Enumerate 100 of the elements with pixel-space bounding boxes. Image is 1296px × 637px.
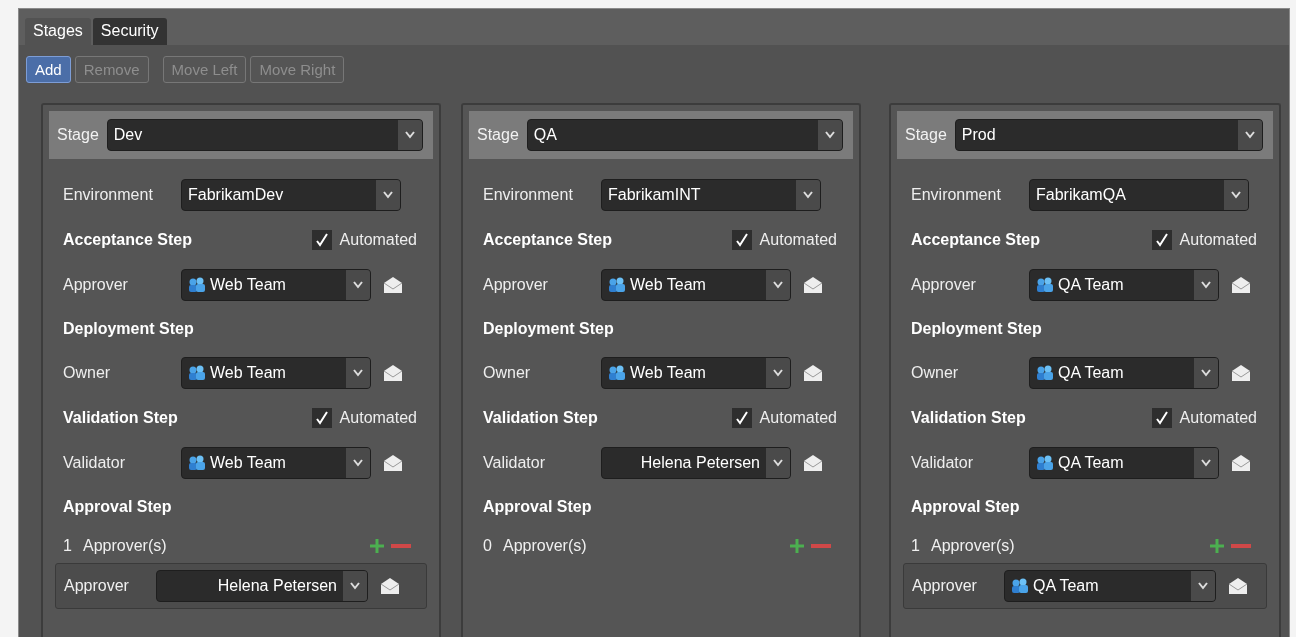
- automated-checkbox[interactable]: [731, 408, 752, 428]
- picker-dropdown[interactable]: Helena Petersen: [601, 447, 791, 479]
- tab[interactable]: Security: [92, 18, 167, 45]
- picker-value: QA Team: [1058, 364, 1124, 382]
- toolbar-button[interactable]: Add: [26, 56, 71, 83]
- dropdown-value: Prod: [961, 126, 996, 144]
- dropdown-value: FabrikamINT: [608, 186, 701, 204]
- field-label: Approver: [912, 577, 978, 595]
- step-heading: Approval Step: [63, 498, 173, 516]
- envelope-icon[interactable]: [803, 454, 823, 472]
- picker-dropdown[interactable]: Web Team: [601, 357, 791, 389]
- dropdown-button[interactable]: [818, 120, 842, 150]
- envelope-icon[interactable]: [1231, 276, 1251, 294]
- environment-dropdown[interactable]: FabrikamINT: [601, 179, 821, 211]
- stage-label: Stage: [477, 126, 519, 144]
- envelope-icon[interactable]: [1231, 364, 1251, 382]
- step-heading: Validation Step: [483, 409, 599, 427]
- envelope-icon[interactable]: [383, 454, 403, 472]
- dropdown-value: QA: [533, 126, 557, 144]
- tab[interactable]: Stages: [25, 18, 91, 45]
- picker-dropdown[interactable]: QA Team: [1029, 357, 1219, 389]
- field-label: Environment: [483, 186, 574, 204]
- dropdown-button[interactable]: [766, 448, 790, 478]
- step-heading: Validation Step: [911, 409, 1027, 427]
- plus-icon[interactable]: [369, 538, 385, 554]
- picker-dropdown[interactable]: Web Team: [181, 357, 371, 389]
- step-heading: Acceptance Step: [911, 231, 1041, 249]
- field-label: Environment: [63, 186, 154, 204]
- stage-label: Stage: [57, 126, 99, 144]
- dropdown-button[interactable]: [1194, 358, 1218, 388]
- environment-dropdown[interactable]: FabrikamQA: [1029, 179, 1249, 211]
- chevron-down-icon: [353, 281, 363, 289]
- envelope-icon[interactable]: [383, 364, 403, 382]
- step-heading: Validation Step: [63, 409, 179, 427]
- approver-count: 0: [483, 537, 493, 555]
- dropdown-button[interactable]: [346, 448, 370, 478]
- dropdown-button[interactable]: [346, 358, 370, 388]
- envelope-icon[interactable]: [383, 276, 403, 294]
- automated-checkbox[interactable]: [731, 230, 752, 250]
- picker-value: QA Team: [1058, 454, 1124, 472]
- chevron-down-icon: [405, 131, 415, 139]
- dropdown-button[interactable]: [1224, 180, 1248, 210]
- dropdown-button[interactable]: [343, 571, 367, 601]
- chevron-down-icon: [383, 191, 393, 199]
- picker-dropdown[interactable]: QA Team: [1004, 570, 1216, 602]
- approver-count: 1: [63, 537, 73, 555]
- field-label: Validator: [483, 454, 546, 472]
- chevron-down-icon: [1201, 281, 1211, 289]
- checkbox-label: Automated: [339, 231, 417, 249]
- chevron-down-icon: [773, 369, 783, 377]
- picker-value: QA Team: [1058, 276, 1124, 294]
- dropdown-button[interactable]: [376, 180, 400, 210]
- chevron-down-icon: [773, 281, 783, 289]
- picker-dropdown[interactable]: Helena Petersen: [156, 570, 368, 602]
- dropdown-button[interactable]: [766, 270, 790, 300]
- chevron-down-icon: [353, 369, 363, 377]
- picker-dropdown[interactable]: Web Team: [601, 269, 791, 301]
- people-icon: [1011, 578, 1029, 594]
- checkbox-label: Automated: [759, 409, 837, 427]
- envelope-icon[interactable]: [380, 577, 400, 595]
- automated-checkbox[interactable]: [311, 408, 332, 428]
- chevron-down-icon: [803, 191, 813, 199]
- dropdown-button[interactable]: [1238, 120, 1262, 150]
- dropdown-button[interactable]: [346, 270, 370, 300]
- stage-dropdown[interactable]: Dev: [106, 119, 423, 151]
- picker-dropdown[interactable]: Web Team: [181, 447, 371, 479]
- picker-dropdown[interactable]: Web Team: [181, 269, 371, 301]
- step-heading: Deployment Step: [63, 320, 195, 338]
- dropdown-value: FabrikamDev: [188, 186, 284, 204]
- dropdown-button[interactable]: [1194, 270, 1218, 300]
- stage-dropdown[interactable]: QA: [526, 119, 843, 151]
- picker-dropdown[interactable]: QA Team: [1029, 447, 1219, 479]
- automated-checkbox[interactable]: [1151, 408, 1172, 428]
- dropdown-button[interactable]: [766, 358, 790, 388]
- envelope-icon[interactable]: [1231, 454, 1251, 472]
- automated-checkbox[interactable]: [311, 230, 332, 250]
- envelope-icon[interactable]: [1228, 577, 1248, 595]
- people-icon: [1036, 365, 1054, 381]
- field-label: Validator: [911, 454, 974, 472]
- plus-icon[interactable]: [1209, 538, 1225, 554]
- environment-dropdown[interactable]: FabrikamDev: [181, 179, 401, 211]
- field-label: Approver: [63, 276, 129, 294]
- automated-checkbox[interactable]: [1151, 230, 1172, 250]
- dropdown-button[interactable]: [1191, 571, 1215, 601]
- stage-dropdown[interactable]: Prod: [954, 119, 1263, 151]
- field-label: Approver: [64, 577, 130, 595]
- chevron-down-icon: [1231, 191, 1241, 199]
- chevron-down-icon: [773, 459, 783, 467]
- checkmark-icon: [1155, 233, 1168, 247]
- dropdown-button[interactable]: [1194, 448, 1218, 478]
- dropdown-button[interactable]: [398, 120, 422, 150]
- dropdown-button[interactable]: [796, 180, 820, 210]
- picker-dropdown[interactable]: QA Team: [1029, 269, 1219, 301]
- chevron-down-icon: [825, 131, 835, 139]
- envelope-icon[interactable]: [803, 364, 823, 382]
- envelope-icon[interactable]: [803, 276, 823, 294]
- field-label: Approver: [483, 276, 549, 294]
- field-label: Environment: [911, 186, 1002, 204]
- chevron-down-icon: [1198, 582, 1208, 590]
- plus-icon[interactable]: [789, 538, 805, 554]
